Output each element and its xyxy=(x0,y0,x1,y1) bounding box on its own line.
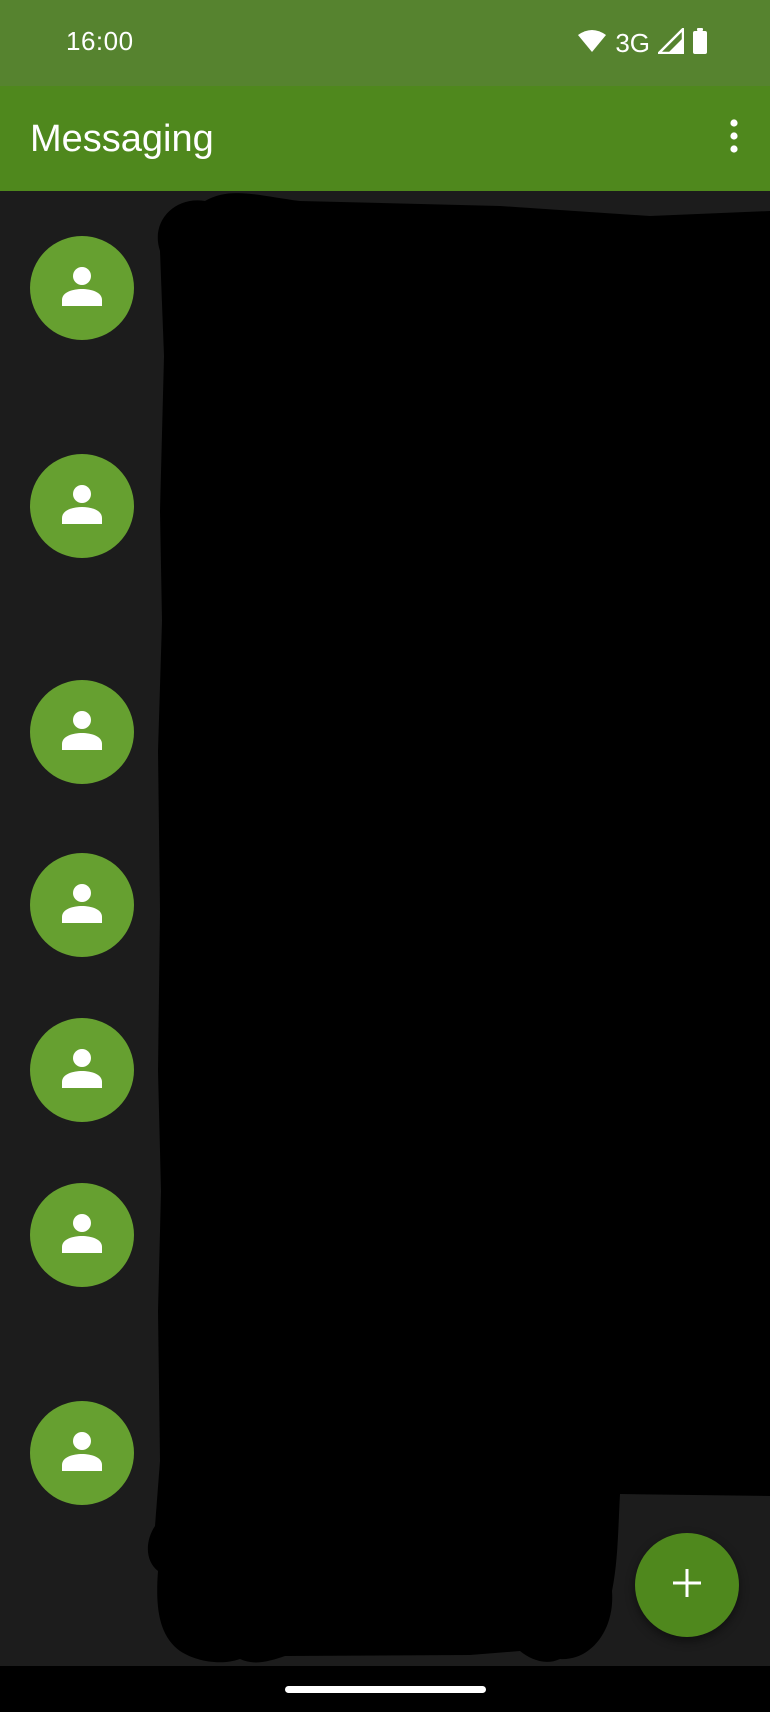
status-icons: 3G xyxy=(577,27,708,59)
app-bar: Messaging xyxy=(0,86,770,191)
gesture-handle[interactable] xyxy=(285,1686,486,1693)
app-title: Messaging xyxy=(30,118,214,160)
redaction-overlay xyxy=(147,193,770,1663)
overflow-menu-button[interactable] xyxy=(710,114,758,162)
wifi-icon xyxy=(577,29,607,58)
new-conversation-button[interactable] xyxy=(635,1533,739,1637)
conversation-list[interactable] xyxy=(0,191,770,1666)
cell-signal-icon xyxy=(657,27,685,59)
status-bar: 16:00 3G xyxy=(0,0,770,86)
system-navigation-bar xyxy=(0,1666,770,1712)
add-icon xyxy=(670,1566,704,1605)
network-type-label: 3G xyxy=(615,28,650,58)
more-vert-icon xyxy=(728,118,740,158)
battery-icon xyxy=(692,27,708,59)
status-time: 16:00 xyxy=(66,26,134,56)
